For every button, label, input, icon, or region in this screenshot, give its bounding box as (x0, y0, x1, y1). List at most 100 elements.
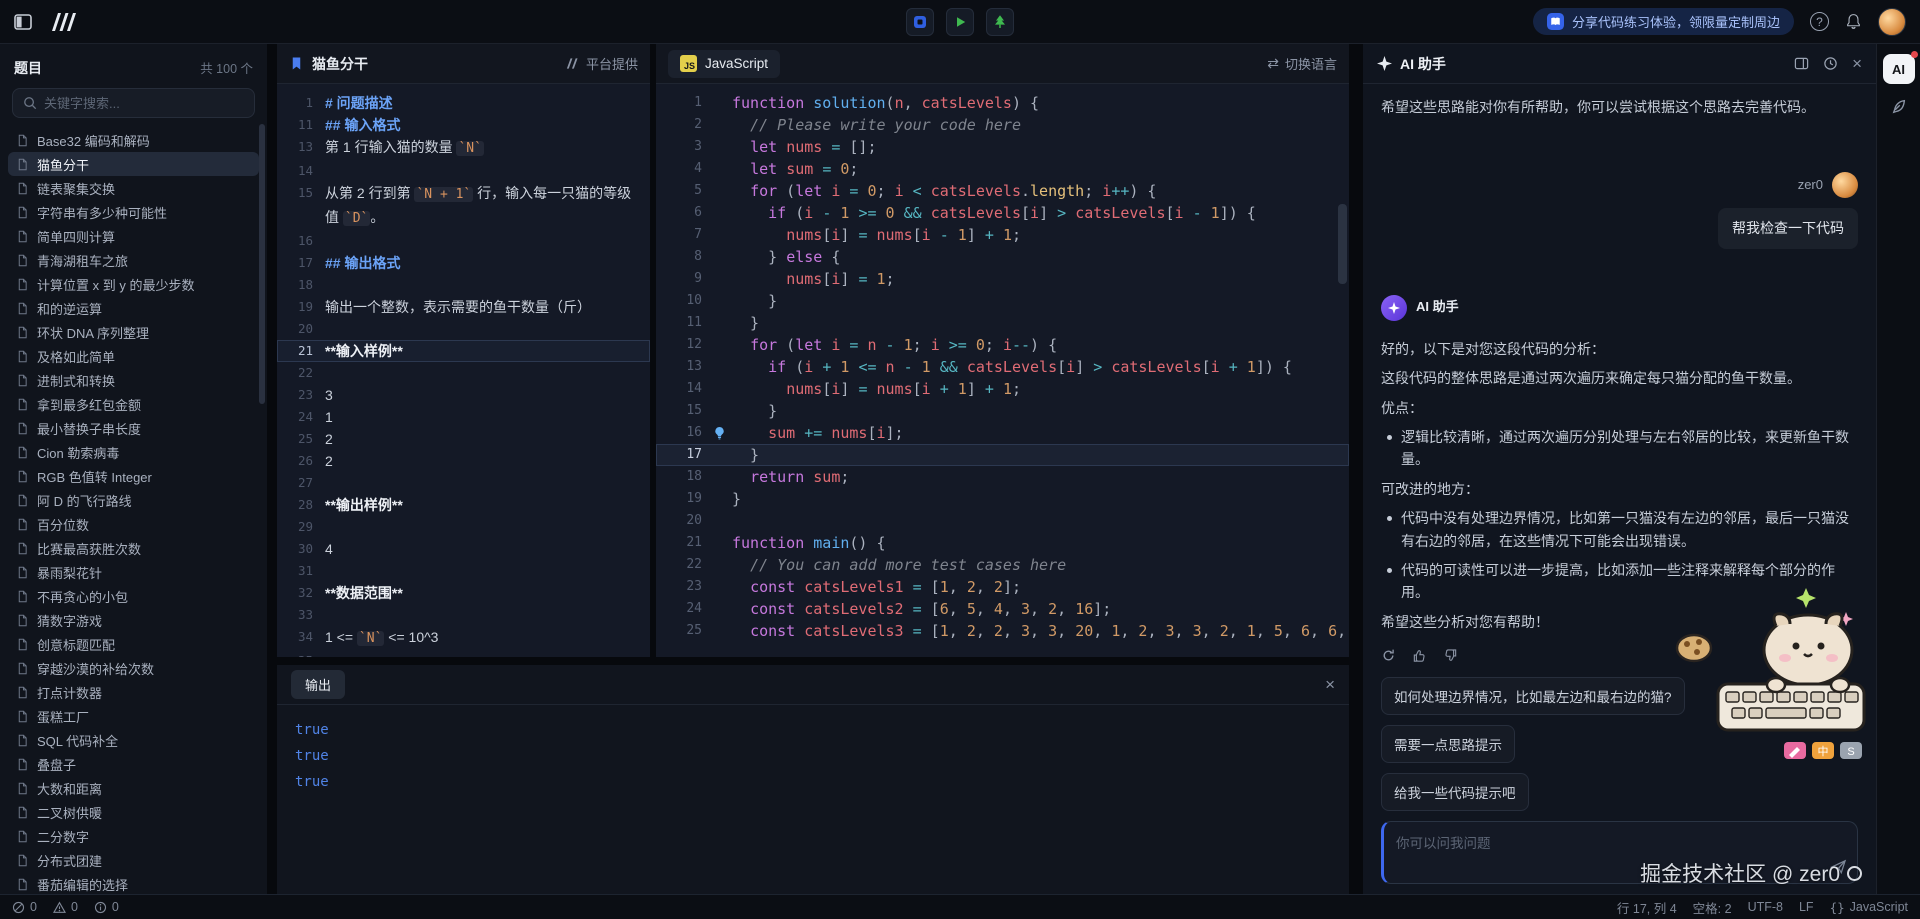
sidebar-problem-item[interactable]: 及格如此简单 (8, 344, 259, 368)
sidebar-problem-item[interactable]: 叠盘子 (8, 752, 259, 776)
code-line[interactable]: 4 let sum = 0; (656, 158, 1349, 180)
problem-line[interactable]: 18 (277, 274, 650, 296)
sidebar-problem-item[interactable]: 猫鱼分干 (8, 152, 259, 176)
sidebar-problem-item[interactable]: 最小替换子串长度 (8, 416, 259, 440)
problem-line[interactable]: 17## 输出格式 (277, 252, 650, 274)
sidebar-problem-item[interactable]: 创意标题匹配 (8, 632, 259, 656)
code-line[interactable]: 24 const catsLevels2 = [6, 5, 4, 3, 2, 1… (656, 598, 1349, 620)
sidebar-problem-item[interactable]: SQL 代码补全 (8, 728, 259, 752)
sidebar-problem-item[interactable]: 不再贪心的小包 (8, 584, 259, 608)
problem-line[interactable]: 19输出一个整数，表示需要的鱼干数量（斤） (277, 296, 650, 318)
suggestion-chip[interactable]: 需要一点思路提示 (1381, 725, 1515, 763)
problem-line[interactable]: 1# 问题描述 (277, 92, 650, 114)
problem-line[interactable]: 32**数据范围** (277, 582, 650, 604)
code-line[interactable]: 11 } (656, 312, 1349, 334)
ai-question-input[interactable] (1396, 832, 1821, 873)
suggestion-chip[interactable]: 如何处理边界情况，比如最左边和最右边的猫? (1381, 677, 1685, 715)
code-line[interactable]: 23 const catsLevels1 = [1, 2, 2]; (656, 576, 1349, 598)
debug-button[interactable] (906, 8, 934, 36)
sidebar-problem-item[interactable]: 大数和距离 (8, 776, 259, 800)
sidebar-scrollbar[interactable] (259, 124, 265, 404)
problem-line[interactable]: 22 (277, 362, 650, 384)
language-tab[interactable]: JS JavaScript (668, 50, 780, 78)
code-line[interactable]: 18 return sum; (656, 466, 1349, 488)
problem-line[interactable]: 20 (277, 318, 650, 340)
code-line[interactable]: 15 } (656, 400, 1349, 422)
sidebar-problem-item[interactable]: 青海湖租车之旅 (8, 248, 259, 272)
sidebar-problem-item[interactable]: 二分数字 (8, 824, 259, 848)
problem-line[interactable]: 16 (277, 230, 650, 252)
code-line[interactable]: 22 // You can add more test cases here (656, 554, 1349, 576)
thumbs-down-button[interactable] (1443, 648, 1458, 663)
code-line[interactable]: 2 // Please write your code here (656, 114, 1349, 136)
run-button[interactable] (946, 8, 974, 36)
problem-line[interactable]: 21**输入样例** (277, 340, 650, 362)
code-line[interactable]: 6 if (i - 1 >= 0 && catsLevels[i] > cats… (656, 202, 1349, 224)
code-line[interactable]: 25 const catsLevels3 = [1, 2, 2, 3, 3, 2… (656, 620, 1349, 642)
sidebar-problem-item[interactable]: 和的逆运算 (8, 296, 259, 320)
errors-indicator[interactable]: 0 (12, 900, 37, 914)
code-line[interactable]: 5 for (let i = 0; i < catsLevels.length;… (656, 180, 1349, 202)
promo-banner[interactable]: 分享代码练习体验，领限量定制周边 (1533, 8, 1794, 35)
output-tab[interactable]: 输出 (291, 670, 345, 699)
problem-line[interactable]: 13第 1 行输入猫的数量 `N` (277, 136, 650, 160)
code-line[interactable]: 20 (656, 510, 1349, 532)
problem-line[interactable]: 11## 输入格式 (277, 114, 650, 136)
code-line[interactable]: 17 } (656, 444, 1349, 466)
code-line[interactable]: 9 nums[i] = 1; (656, 268, 1349, 290)
sidebar-problem-item[interactable]: 暴雨梨花针 (8, 560, 259, 584)
problem-line[interactable]: 33 (277, 604, 650, 626)
sidebar-problem-item[interactable]: 计算位置 x 到 y 的最少步数 (8, 272, 259, 296)
open-in-panel-button[interactable] (1794, 56, 1809, 71)
code-line[interactable]: 12 for (let i = n - 1; i >= 0; i--) { (656, 334, 1349, 356)
code-line[interactable]: 10 } (656, 290, 1349, 312)
suggestion-chip[interactable]: 给我一些代码提示吧 (1381, 773, 1529, 811)
send-button[interactable] (1830, 858, 1847, 875)
cursor-position[interactable]: 行 17, 列 4 (1617, 898, 1677, 917)
thumbs-up-button[interactable] (1412, 648, 1427, 663)
notifications-button[interactable] (1845, 13, 1862, 30)
sidebar-problem-item[interactable]: 番茄编辑的选择 (8, 872, 259, 894)
sidebar-problem-item[interactable]: Base32 编码和解码 (8, 128, 259, 152)
problem-line[interactable]: 262 (277, 450, 650, 472)
switch-language-button[interactable]: ⇄ 切换语言 (1267, 54, 1337, 73)
encoding-setting[interactable]: UTF-8 (1748, 900, 1783, 914)
code-line[interactable]: 7 nums[i] = nums[i - 1] + 1; (656, 224, 1349, 246)
sidebar-problem-item[interactable]: 二叉树供暖 (8, 800, 259, 824)
sidebar-problem-item[interactable]: Cion 勒索病毒 (8, 440, 259, 464)
close-output-icon[interactable]: × (1325, 676, 1335, 693)
regenerate-button[interactable] (1381, 648, 1396, 663)
sidebar-toggle-button[interactable] (14, 14, 32, 30)
sidebar-problem-item[interactable]: 百分位数 (8, 512, 259, 536)
sidebar-problem-item[interactable]: 阿 D 的飞行路线 (8, 488, 259, 512)
sidebar-problem-item[interactable]: 分布式团建 (8, 848, 259, 872)
sidebar-problem-item[interactable]: 字符串有多少种可能性 (8, 200, 259, 224)
sidebar-problem-item[interactable]: RGB 色值转 Integer (8, 464, 259, 488)
problem-line[interactable]: 15从第 2 行到第 `N + 1` 行，输入每一只猫的等级值 `D`。 (277, 182, 650, 230)
problem-line[interactable]: 341 <= `N` <= 10^3 (277, 626, 650, 650)
indentation-setting[interactable]: 空格: 2 (1693, 898, 1732, 917)
code-line[interactable]: 13 if (i + 1 <= n - 1 && catsLevels[i] >… (656, 356, 1349, 378)
lightbulb-icon[interactable] (712, 426, 727, 441)
sidebar-problem-item[interactable]: 链表聚集交换 (8, 176, 259, 200)
code-line[interactable]: 8 } else { (656, 246, 1349, 268)
submit-button[interactable] (986, 8, 1014, 36)
search-input[interactable] (44, 96, 244, 111)
sidebar-problem-item[interactable]: 猜数字游戏 (8, 608, 259, 632)
problem-line[interactable]: 27 (277, 472, 650, 494)
code-line[interactable]: 16 sum += nums[i]; (656, 422, 1349, 444)
problem-line[interactable]: 252 (277, 428, 650, 450)
sidebar-problem-item[interactable]: 穿越沙漠的补给次数 (8, 656, 259, 680)
problem-line[interactable]: 28**输出样例** (277, 494, 650, 516)
sidebar-problem-item[interactable]: 进制式和转换 (8, 368, 259, 392)
language-mode[interactable]: {} JavaScript (1830, 900, 1908, 915)
help-button[interactable]: ? (1810, 12, 1829, 31)
history-button[interactable] (1823, 56, 1838, 71)
search-box[interactable] (12, 88, 255, 118)
code-line[interactable]: 1function solution(n, catsLevels) { (656, 92, 1349, 114)
editor-scrollbar[interactable] (1338, 204, 1347, 284)
ai-assistant-toggle-button[interactable]: AI (1883, 54, 1915, 84)
eol-setting[interactable]: LF (1799, 900, 1814, 914)
ai-input-box[interactable] (1381, 821, 1858, 884)
problem-line[interactable]: 304 (277, 538, 650, 560)
